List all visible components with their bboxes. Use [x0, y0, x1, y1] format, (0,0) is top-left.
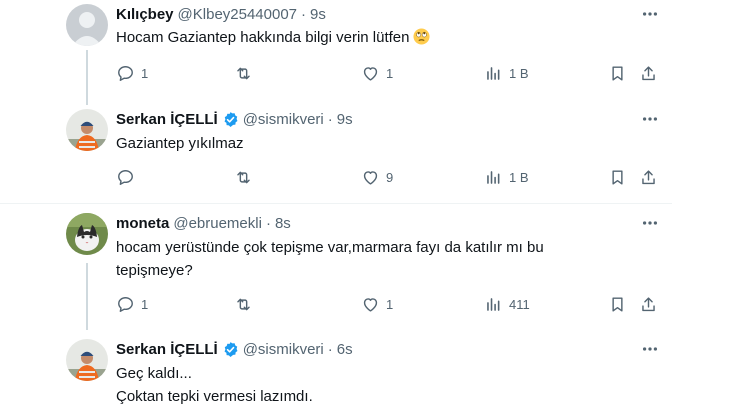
tweet-3[interactable]: moneta @ebruemekli · 8s hocam yerüstünde…	[0, 205, 672, 330]
avatar[interactable]	[66, 213, 108, 255]
more-icon[interactable]	[640, 4, 660, 24]
retweet-button[interactable]	[234, 62, 259, 84]
tweet-text: hocam yerüstünde çok tepişme var,marmara…	[116, 236, 616, 282]
display-name[interactable]: moneta	[116, 215, 169, 232]
tweet-divider	[0, 203, 672, 204]
user-handle[interactable]: @sismikveri	[243, 341, 324, 358]
separator-dot: ·	[301, 5, 307, 23]
views-button[interactable]: 411	[484, 293, 530, 315]
tweet-text: Gaziantep yıkılmaz	[116, 132, 616, 155]
like-button[interactable]: 1	[361, 293, 393, 315]
tweet-header: moneta @ebruemekli · 8s	[116, 212, 291, 234]
views-icon	[487, 297, 500, 311]
tweet-text-line: Çoktan tepki vermesi lazımdı.	[116, 388, 313, 405]
heart-icon	[363, 297, 378, 312]
reply-button[interactable]: 1	[116, 293, 148, 315]
display-name[interactable]: Kılıçbey	[116, 6, 174, 23]
timestamp[interactable]: 8s	[275, 215, 291, 232]
tweet-text-line: tepişmeye?	[116, 262, 193, 279]
tweet-header: Serkan İÇELLİ @sismikveri · 9s	[116, 108, 353, 130]
thread-line	[86, 50, 88, 105]
more-icon[interactable]	[640, 213, 660, 233]
user-handle[interactable]: @ebruemekli	[173, 215, 262, 232]
views-icon	[487, 66, 500, 80]
tweet-4[interactable]: Serkan İÇELLİ @sismikveri · 6s Geç kaldı…	[0, 330, 672, 420]
reply-icon	[118, 296, 133, 312]
reply-button[interactable]: 1	[116, 62, 148, 84]
views-count: 1 B	[509, 65, 529, 81]
verified-badge-icon	[222, 111, 239, 128]
tweet-actions: 9 1 B	[116, 166, 662, 188]
views-button[interactable]: 1 B	[484, 166, 529, 188]
retweet-icon	[237, 171, 250, 183]
avatar[interactable]	[66, 109, 108, 151]
share-button[interactable]	[639, 293, 658, 315]
tweet-text-line: hocam yerüstünde çok tepişme var,marmara…	[116, 239, 544, 256]
retweet-icon	[237, 67, 250, 79]
reply-icon	[118, 169, 133, 185]
reply-button[interactable]	[116, 166, 141, 188]
timestamp[interactable]: 9s	[337, 111, 353, 128]
bookmark-button[interactable]	[608, 293, 627, 315]
reply-count: 1	[141, 296, 149, 312]
thread-line	[86, 263, 88, 330]
avatar[interactable]	[66, 339, 108, 381]
tweet-header: Serkan İÇELLİ @sismikveri · 6s	[116, 338, 353, 360]
retweet-button[interactable]	[234, 166, 259, 188]
face-with-rolling-eyes-icon	[412, 28, 430, 45]
more-icon[interactable]	[640, 339, 660, 359]
tweet-actions: 1 1 1 B	[116, 62, 662, 84]
timestamp[interactable]: 6s	[337, 341, 353, 358]
share-icon	[642, 65, 655, 80]
separator-dot: ·	[327, 110, 333, 128]
like-count: 9	[386, 169, 394, 185]
heart-icon	[363, 170, 378, 185]
tweet-text: Hocam Gaziantep hakkında bilgi verin lüt…	[116, 26, 616, 49]
bookmark-icon	[612, 296, 623, 312]
tweet-header: Kılıçbey @Klbey25440007 · 9s	[116, 3, 326, 25]
reply-count: 1	[141, 65, 149, 81]
bookmark-icon	[612, 169, 623, 185]
share-button[interactable]	[639, 62, 658, 84]
separator-dot: ·	[265, 214, 271, 232]
tweet-text-line: Gaziantep yıkılmaz	[116, 135, 244, 152]
views-icon	[487, 170, 500, 184]
heart-icon	[363, 66, 378, 81]
bookmark-icon	[612, 65, 623, 81]
share-button[interactable]	[639, 166, 658, 188]
like-button[interactable]: 1	[361, 62, 393, 84]
timestamp[interactable]: 9s	[310, 6, 326, 23]
retweet-button[interactable]	[234, 293, 259, 315]
tweet-1[interactable]: Kılıçbey @Klbey25440007 · 9s Hocam Gazia…	[0, 0, 672, 105]
views-button[interactable]: 1 B	[484, 62, 529, 84]
tweet-actions: 1 1 411	[116, 293, 662, 315]
bookmark-button[interactable]	[608, 166, 627, 188]
share-icon	[642, 296, 655, 311]
views-count: 1 B	[509, 169, 529, 185]
user-handle[interactable]: @sismikveri	[243, 111, 324, 128]
verified-badge-icon	[222, 341, 239, 358]
like-button[interactable]: 9	[361, 166, 393, 188]
separator-dot: ·	[327, 340, 333, 358]
reply-icon	[118, 65, 133, 81]
like-count: 1	[386, 296, 394, 312]
views-count: 411	[509, 296, 530, 312]
tweet-2[interactable]: Serkan İÇELLİ @sismikveri · 9s Gaziantep…	[0, 105, 672, 205]
tweet-text-line: Hocam Gaziantep hakkında bilgi verin lüt…	[116, 29, 410, 46]
display-name[interactable]: Serkan İÇELLİ	[116, 111, 218, 128]
display-name[interactable]: Serkan İÇELLİ	[116, 341, 218, 358]
bookmark-button[interactable]	[608, 62, 627, 84]
more-icon[interactable]	[640, 109, 660, 129]
retweet-icon	[237, 298, 250, 310]
tweet-text: Geç kaldı... Çoktan tepki vermesi lazımd…	[116, 362, 616, 408]
user-handle[interactable]: @Klbey25440007	[178, 6, 298, 23]
avatar[interactable]	[66, 4, 108, 46]
like-count: 1	[386, 65, 394, 81]
tweet-text-line: Geç kaldı...	[116, 365, 192, 382]
share-icon	[642, 169, 655, 184]
